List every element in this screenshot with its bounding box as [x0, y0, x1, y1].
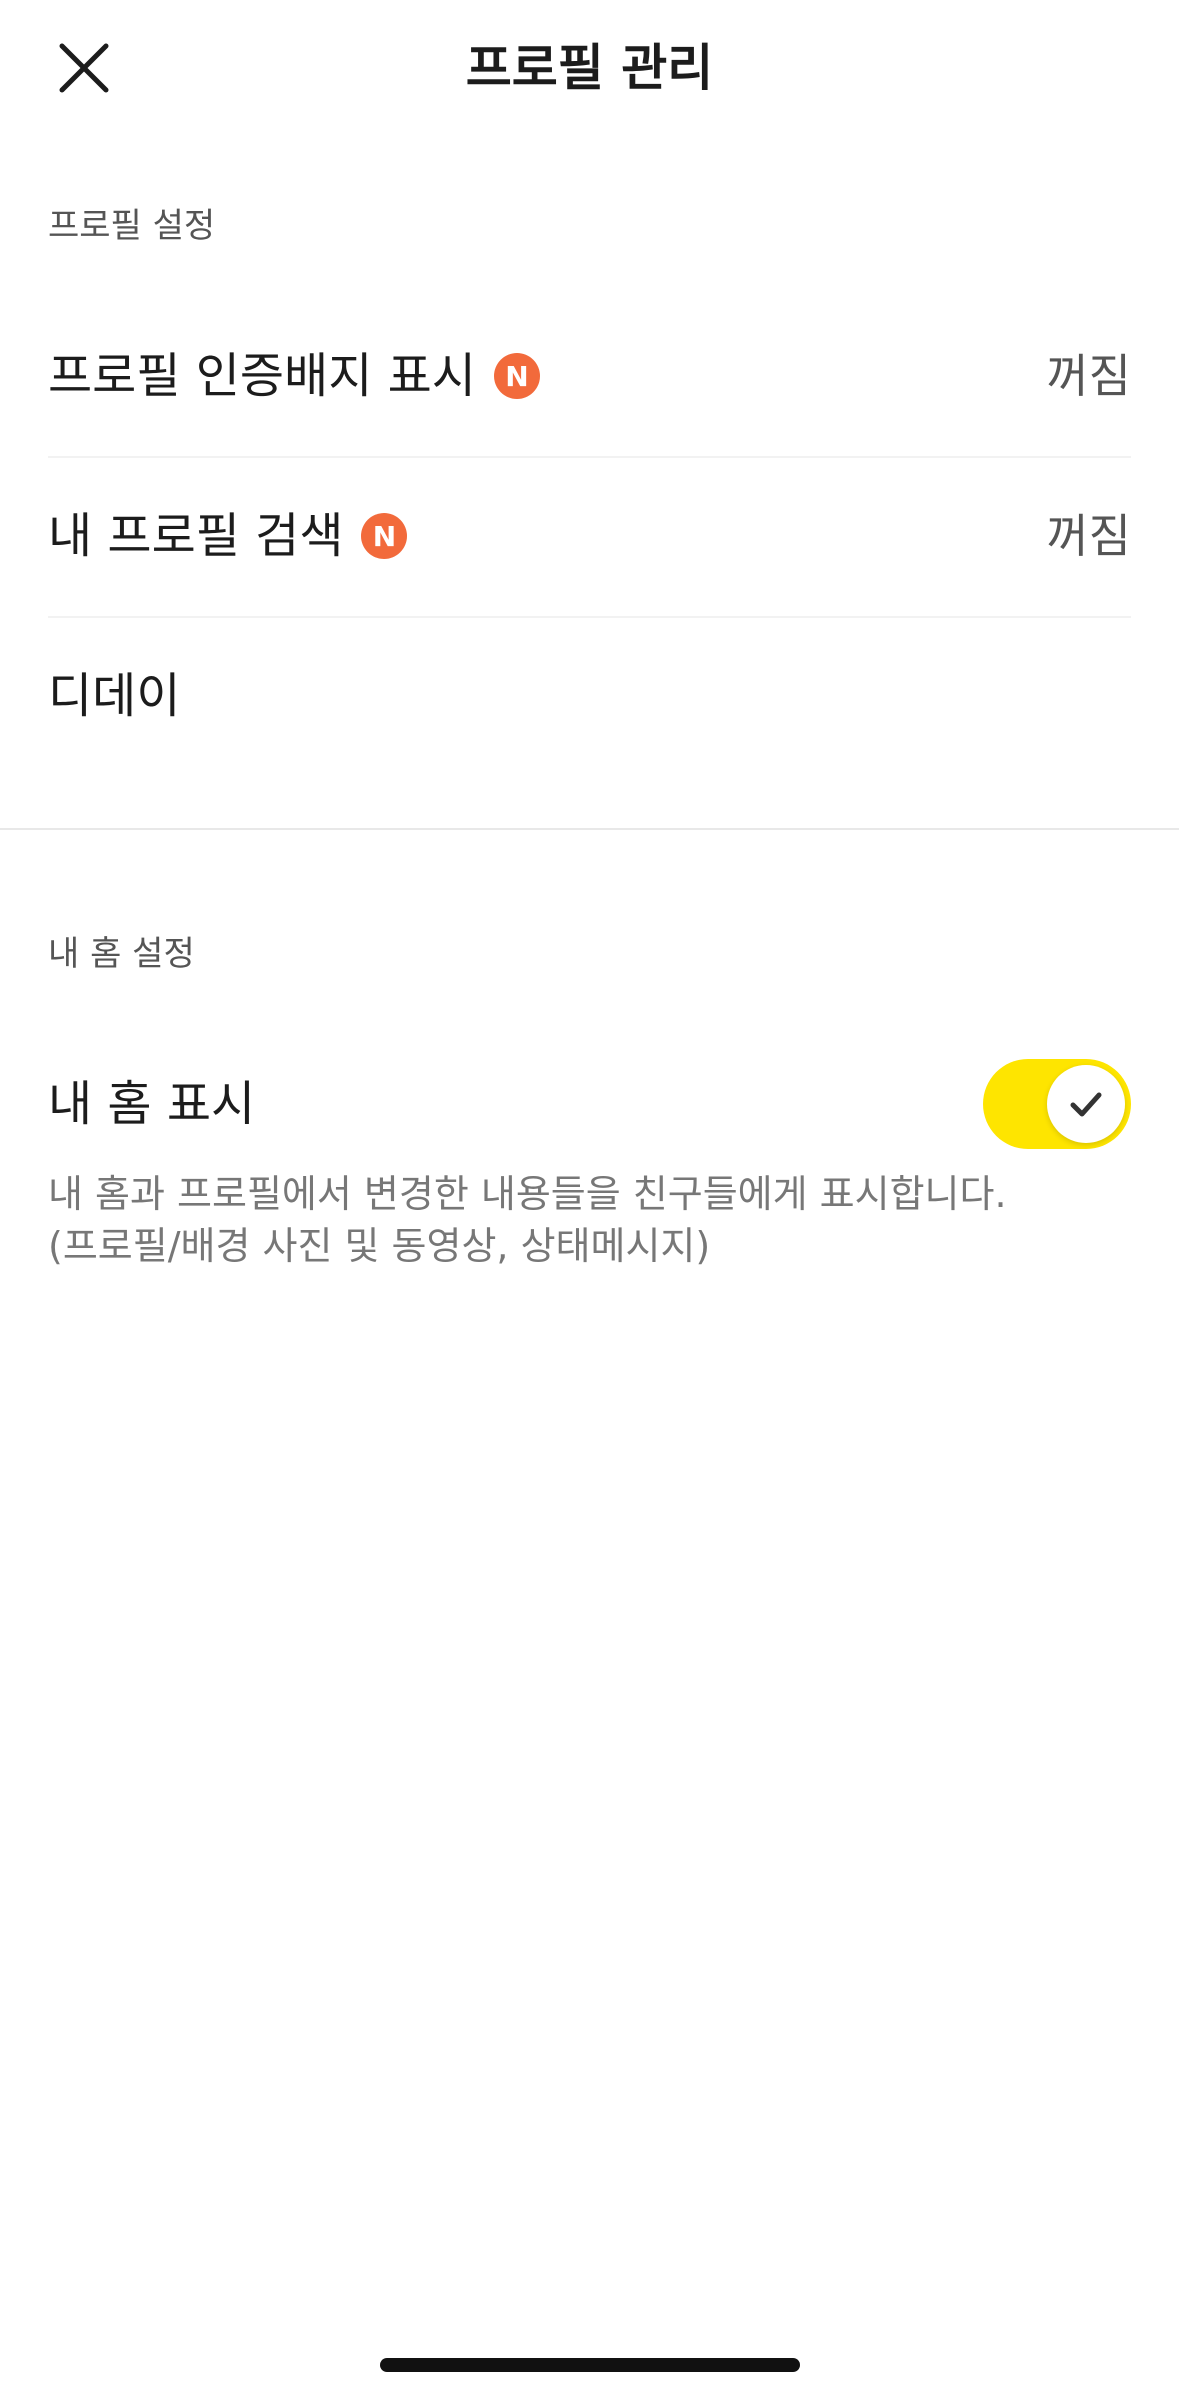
checkmark-icon: [1070, 1092, 1102, 1117]
profile-management-screen: 프로필 관리 프로필 설정 프로필 인증배지 표시 N 꺼짐 내 프로필 검색 …: [0, 0, 1179, 2396]
profile-badge-value: 꺼짐: [1046, 349, 1131, 403]
dday-row[interactable]: 디데이: [48, 616, 1131, 776]
header: 프로필 관리: [0, 0, 1179, 140]
section-divider: [0, 828, 1179, 830]
show-home-toggle[interactable]: [983, 1059, 1131, 1149]
show-home-description: 내 홈과 프로필에서 변경한 내용들을 친구들에게 표시합니다. (프로필/배경…: [48, 1168, 1131, 1272]
home-indicator[interactable]: [380, 2358, 800, 2372]
section-title-profile-settings: 프로필 설정: [48, 206, 216, 246]
dday-label: 디데이: [48, 668, 181, 724]
new-badge: N: [493, 353, 540, 399]
page-title: 프로필 관리: [465, 39, 714, 97]
section-title-home-settings: 내 홈 설정: [48, 934, 195, 974]
description-line-2: (프로필/배경 사진 및 동영상, 상태메시지): [48, 1224, 711, 1268]
show-home-row: 내 홈 표시: [48, 1024, 1131, 1184]
profile-search-row[interactable]: 내 프로필 검색 N 꺼짐: [48, 456, 1131, 616]
new-badge: N: [361, 513, 408, 559]
profile-badge-label: 프로필 인증배지 표시: [48, 348, 476, 404]
description-line-1: 내 홈과 프로필에서 변경한 내용들을 친구들에게 표시합니다.: [48, 1172, 1007, 1216]
profile-search-label: 내 프로필 검색: [48, 508, 344, 564]
profile-search-value: 꺼짐: [1046, 509, 1131, 563]
toggle-knob: [1047, 1065, 1125, 1143]
profile-badge-row[interactable]: 프로필 인증배지 표시 N 꺼짐: [48, 296, 1131, 456]
show-home-label: 내 홈 표시: [48, 1076, 256, 1132]
